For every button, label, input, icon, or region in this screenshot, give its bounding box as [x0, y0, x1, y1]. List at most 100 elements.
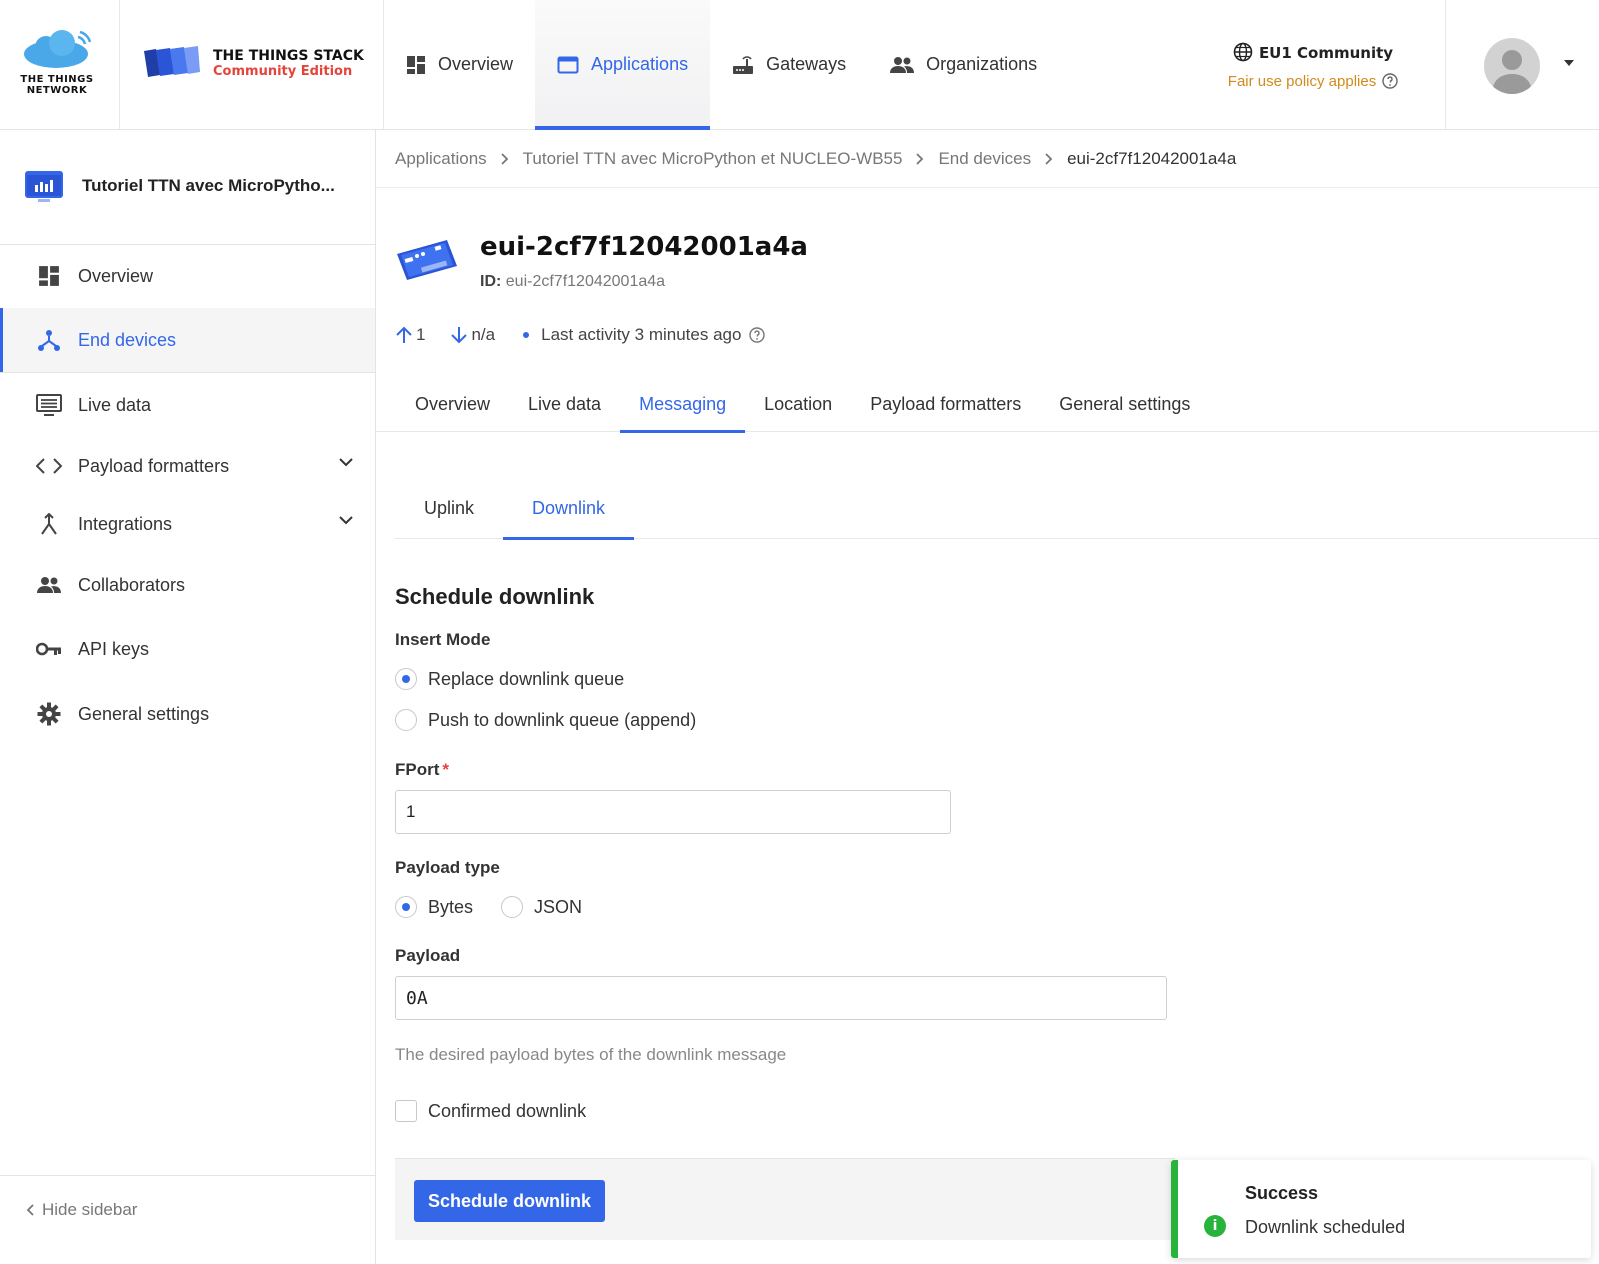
- payload-hint: The desired payload bytes of the downlin…: [395, 1045, 787, 1064]
- stack-title: THE THINGS STACK: [213, 48, 364, 64]
- sidebar-item-api-keys[interactable]: API keys: [0, 617, 375, 681]
- confirmed-downlink-label: Confirmed downlink: [428, 1100, 587, 1121]
- success-toast[interactable]: i Success Downlink scheduled: [1171, 1160, 1591, 1258]
- tab-live-data[interactable]: Live data: [509, 376, 620, 432]
- device-hub-icon: [38, 330, 60, 351]
- payload-type-json-radio[interactable]: [501, 896, 524, 918]
- user-avatar[interactable]: [1484, 38, 1540, 94]
- schedule-downlink-button[interactable]: Schedule downlink: [414, 1180, 606, 1222]
- tab-payload-formatters[interactable]: Payload formatters: [851, 376, 1040, 432]
- fport-input[interactable]: 1: [395, 790, 951, 834]
- tab-general-settings[interactable]: General settings: [1040, 376, 1209, 432]
- tab-messaging[interactable]: Messaging: [620, 376, 746, 433]
- sidebar-item-label: General settings: [78, 703, 210, 724]
- sidebar-item-end-devices[interactable]: End devices: [0, 308, 375, 372]
- cluster-name: EU1 Community: [1180, 42, 1446, 62]
- topnav-overview[interactable]: Overview: [384, 0, 535, 129]
- sidebar-app-header: Tutoriel TTN avec MicroPytho...: [0, 130, 375, 245]
- fport-label: FPort *: [395, 760, 450, 779]
- breadcrumb-applications[interactable]: Applications: [395, 149, 487, 169]
- toast-message: Downlink scheduled: [1245, 1217, 1406, 1237]
- form-title: Schedule downlink: [395, 584, 595, 609]
- payload-type-label: Payload type: [395, 858, 500, 877]
- info-circle-icon: i: [1204, 1215, 1226, 1237]
- topnav-gateways-label: Gateways: [766, 54, 847, 74]
- breadcrumb-current-device: eui-2cf7f12042001a4a: [1067, 148, 1237, 168]
- uplink-count: 1: [396, 325, 425, 345]
- sidebar-app-title[interactable]: Tutoriel TTN avec MicroPytho...: [82, 176, 352, 196]
- arrow-down-icon: [451, 327, 468, 344]
- device-id: ID: eui-2cf7f12042001a4a: [480, 273, 666, 290]
- payload-type-json-label[interactable]: JSON: [534, 897, 582, 918]
- breadcrumb-end-devices[interactable]: End devices: [938, 149, 1031, 169]
- stack-logo[interactable]: THE THINGS STACK Community Edition: [120, 0, 384, 129]
- insert-mode-label: Insert Mode: [395, 630, 491, 649]
- caret-down-icon[interactable]: [1564, 60, 1574, 66]
- sidebar-item-label: Live data: [78, 394, 152, 415]
- sidebar-item-overview[interactable]: Overview: [0, 244, 375, 308]
- gear-icon: [37, 702, 61, 726]
- sidebar-item-label: Payload formatters: [78, 455, 230, 476]
- sidebar-item-live-data[interactable]: Live data: [0, 373, 375, 437]
- payload-type-bytes-radio[interactable]: [395, 896, 417, 918]
- device-stats: 1 n/a Last activity 3 minutes ago: [396, 325, 766, 345]
- form-submit-bar: Schedule downlink: [395, 1158, 1175, 1240]
- topnav-organizations-label: Organizations: [926, 54, 1038, 74]
- payload-label: Payload: [395, 946, 461, 965]
- globe-icon: [1233, 42, 1253, 62]
- sidebar-item-label: Overview: [78, 265, 154, 286]
- sidebar-item-label: API keys: [78, 638, 150, 659]
- payload-type-options: Bytes JSON: [395, 896, 582, 918]
- user-silhouette-icon: [1492, 50, 1532, 94]
- sidebar-item-label: Collaborators: [78, 574, 186, 595]
- sidebar-item-label: Integrations: [78, 513, 173, 534]
- tab-overview[interactable]: Overview: [396, 376, 509, 432]
- topnav-organizations[interactable]: Organizations: [868, 0, 1059, 129]
- sidebar-item-integrations[interactable]: Integrations: [0, 492, 375, 556]
- gateway-router-icon: [733, 55, 754, 74]
- sidebar-item-collaborators[interactable]: Collaborators: [0, 553, 375, 617]
- payload-type-bytes-label[interactable]: Bytes: [428, 897, 473, 918]
- activity-status-dot: [523, 332, 530, 338]
- key-icon: [36, 642, 61, 656]
- tab-location[interactable]: Location: [745, 376, 851, 432]
- topnav-applications[interactable]: Applications: [535, 0, 711, 130]
- chevron-right-icon: [916, 152, 924, 165]
- help-circle-icon: [1382, 73, 1398, 89]
- topnav-gateways[interactable]: Gateways: [710, 0, 868, 129]
- chevron-right-icon: [501, 152, 508, 165]
- payload-input[interactable]: 0A: [395, 976, 1167, 1020]
- dashboard-icon: [39, 266, 59, 286]
- ttn-wordmark: THE THINGS NETWORK: [20, 74, 94, 96]
- application-window-icon: [557, 56, 579, 73]
- subtab-uplink[interactable]: Uplink: [395, 478, 503, 539]
- hide-sidebar-button[interactable]: Hide sidebar: [26, 1200, 137, 1220]
- confirmed-downlink-checkbox[interactable]: [395, 1100, 417, 1122]
- ttn-cloud-icon: [24, 30, 92, 68]
- ttn-logo[interactable]: THE THINGS NETWORK: [0, 0, 120, 129]
- chevron-down-icon[interactable]: [339, 516, 353, 525]
- downlink-count: n/a: [451, 325, 495, 345]
- end-device-board-icon: [397, 240, 457, 280]
- radio-button[interactable]: [395, 709, 417, 731]
- arrow-up-icon: [396, 326, 412, 343]
- sidebar-item-general-settings[interactable]: General settings: [0, 682, 375, 746]
- code-icon: [36, 458, 62, 474]
- confirmed-downlink-row[interactable]: Confirmed downlink: [395, 1100, 586, 1122]
- topnav-applications-label: Applications: [591, 54, 689, 74]
- top-navigation: Overview Applications Gateways Organizat…: [384, 0, 1059, 130]
- insert-mode-replace[interactable]: Replace downlink queue: [395, 668, 624, 690]
- sidebar-item-payload-formatters[interactable]: Payload formatters: [0, 434, 375, 498]
- dashboard-icon: [407, 55, 425, 74]
- cluster-selector[interactable]: EU1 Community Fair use policy applies: [1180, 0, 1446, 129]
- subtab-downlink[interactable]: Downlink: [503, 478, 635, 540]
- chevron-down-icon[interactable]: [339, 458, 353, 467]
- help-circle-icon[interactable]: [749, 327, 766, 343]
- radio-button-selected[interactable]: [395, 668, 417, 690]
- chevron-right-icon: [1045, 152, 1053, 165]
- fair-use-note[interactable]: Fair use policy applies: [1180, 73, 1446, 90]
- people-icon: [37, 577, 61, 593]
- breadcrumb-application[interactable]: Tutoriel TTN avec MicroPython et NUCLEO-…: [523, 149, 903, 169]
- insert-mode-push[interactable]: Push to downlink queue (append): [395, 709, 696, 731]
- messaging-subtabs: Uplink Downlink: [395, 478, 1599, 540]
